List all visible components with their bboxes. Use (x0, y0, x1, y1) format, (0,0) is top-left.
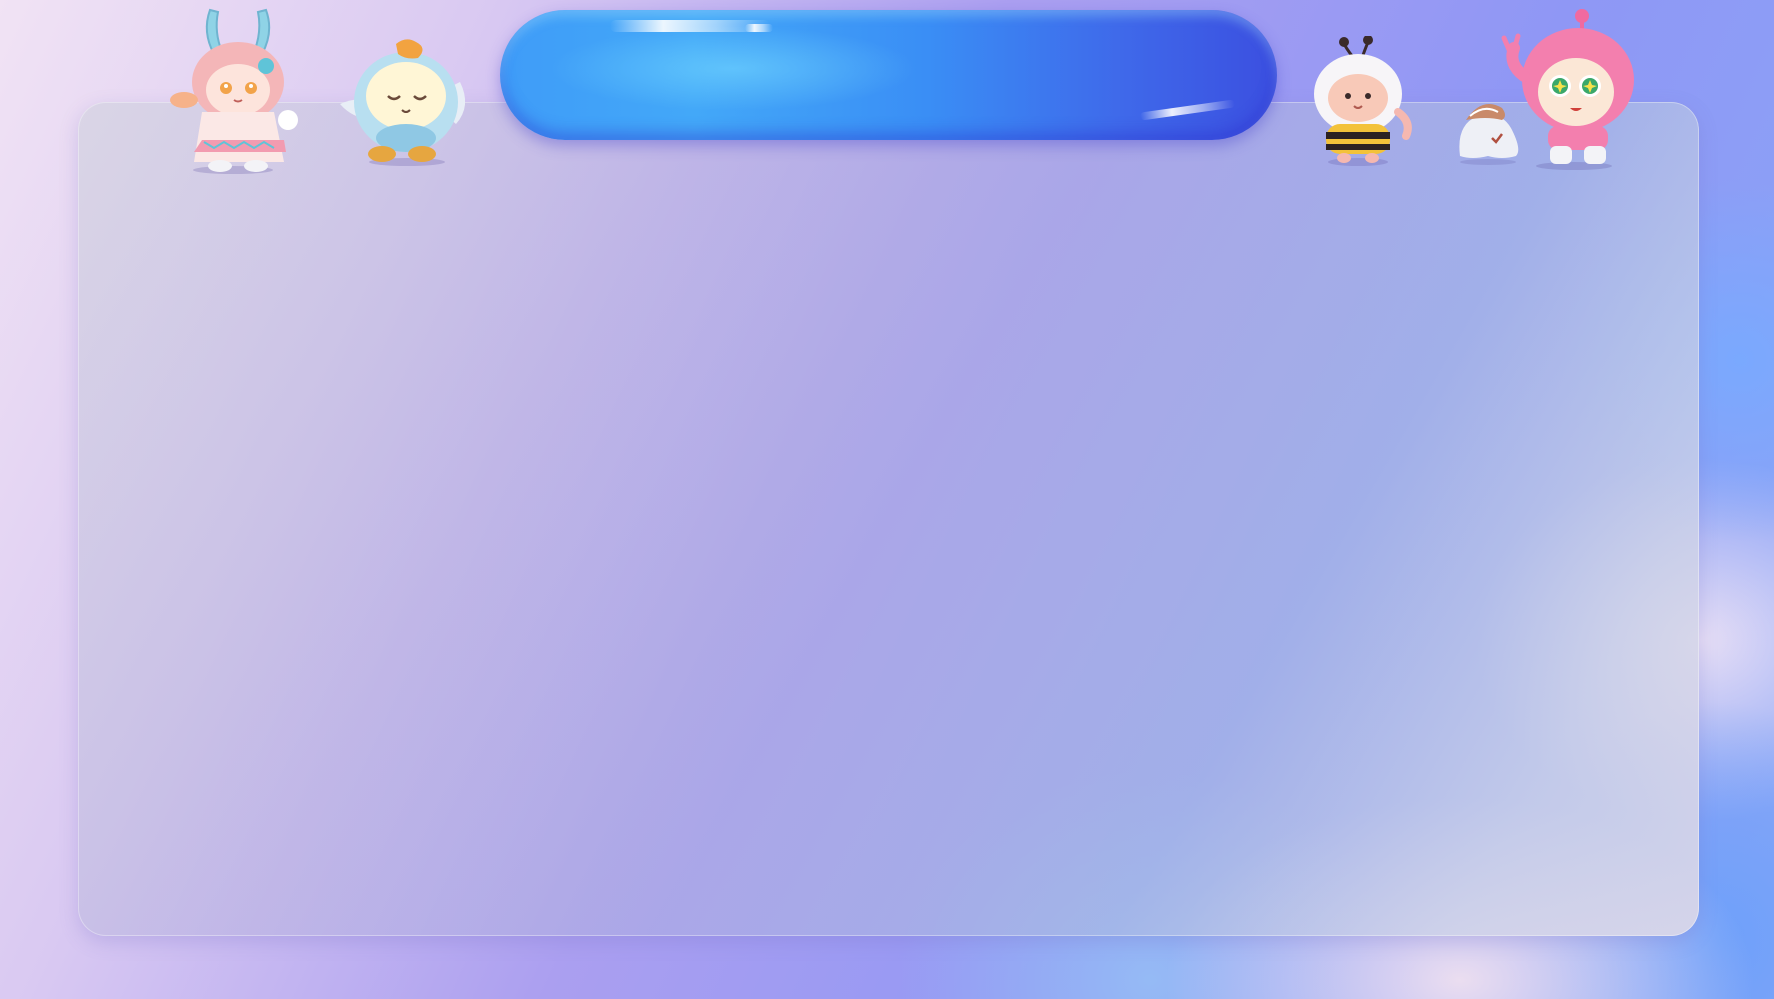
title-banner (500, 10, 1277, 140)
banner-highlight-right (1139, 99, 1236, 121)
duck-costume-mascot-icon (340, 39, 466, 166)
content-panel (78, 102, 1699, 936)
bunny-girl-mascot-icon (170, 8, 298, 174)
pink-hooded-mascot-icon (1501, 9, 1634, 170)
bee-costume-mascot-icon (1314, 36, 1412, 166)
banner-highlight-small (745, 24, 773, 32)
app-stage (0, 0, 1774, 999)
